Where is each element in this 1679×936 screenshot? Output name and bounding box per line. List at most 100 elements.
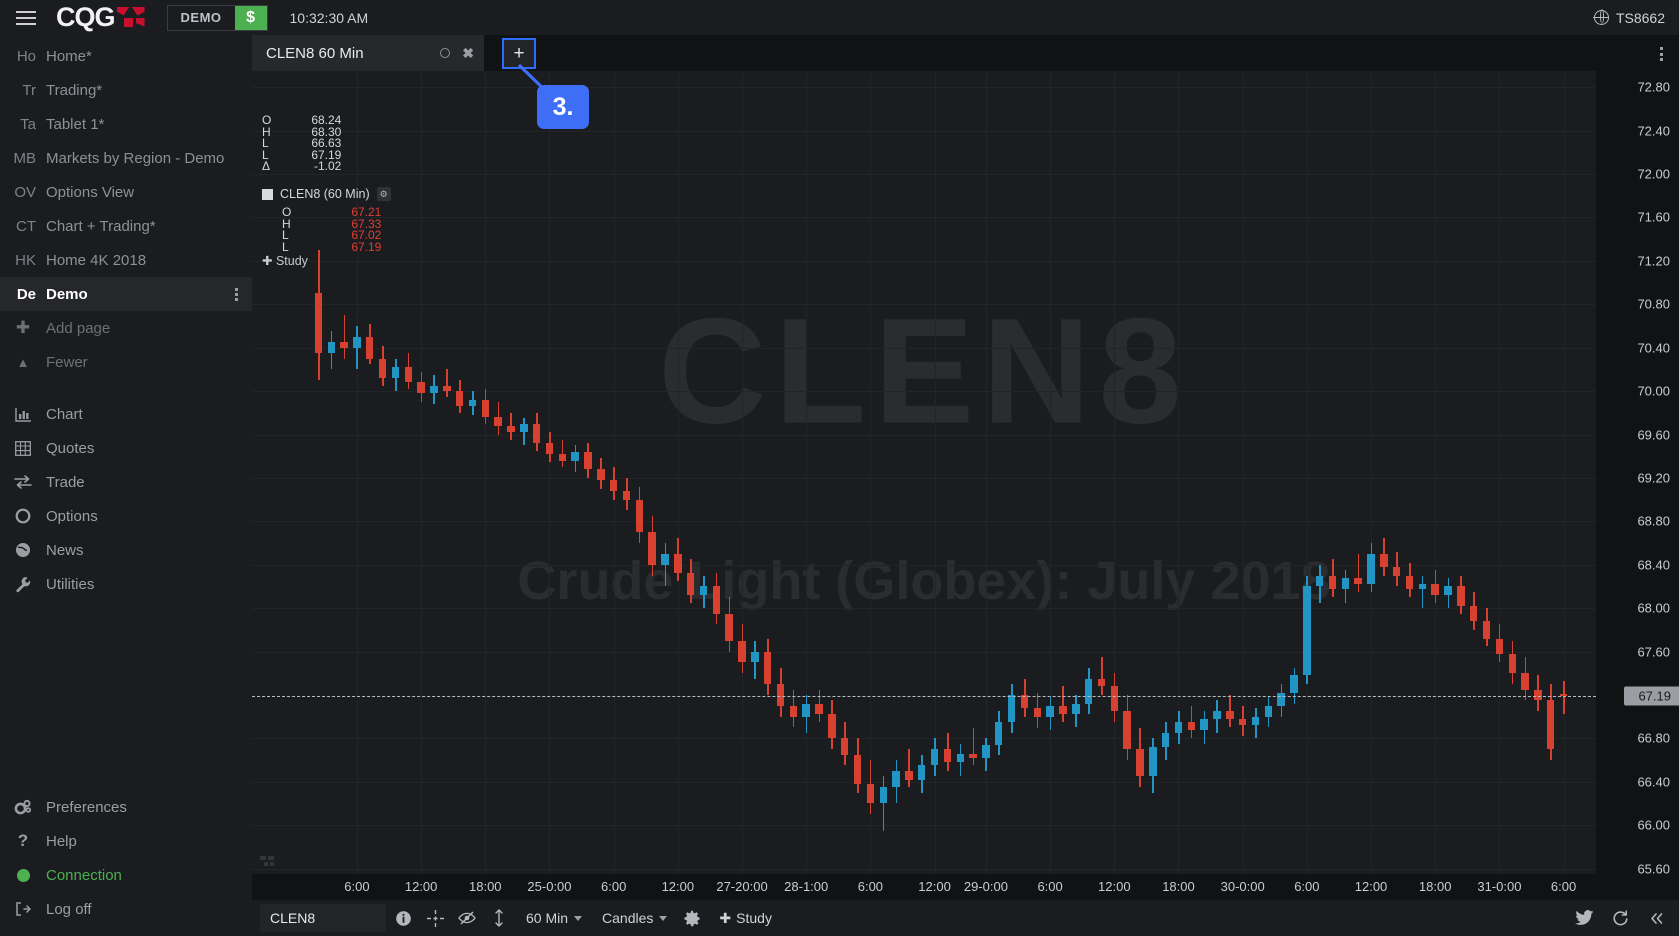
sidebar-item-tablet-1[interactable]: Ta Tablet 1* [0, 107, 252, 141]
close-icon[interactable]: ✖ [462, 46, 474, 60]
sidebar-help[interactable]: ? Help [0, 824, 252, 858]
time-axis-tick: 12:00 [1354, 879, 1388, 894]
symbol-input[interactable]: CLEN8 [260, 904, 386, 932]
candle-wick [1062, 686, 1065, 723]
sidebar-tool-news[interactable]: News [0, 533, 252, 567]
chart-plot-area[interactable]: CLEN8 Crude Light (Globex): July 2018 O … [252, 71, 1596, 874]
info-icon[interactable] [388, 904, 418, 932]
sidebar-tool-options[interactable]: Options [0, 499, 252, 533]
candle-body [1264, 705, 1273, 717]
chart-container: CLEN8 Crude Light (Globex): July 2018 O … [252, 71, 1679, 876]
tab-title: CLEN8 60 Min [266, 44, 364, 62]
ohlc-value: -1.02 [313, 159, 342, 173]
candle-body [1238, 718, 1247, 726]
sidebar-tool-quotes[interactable]: Quotes [0, 431, 252, 465]
sidebar: Ho Home* Tr Trading* Ta Tablet 1* MB Mar… [0, 35, 252, 936]
grid-line-vertical [1563, 71, 1565, 874]
sidebar-item-home[interactable]: Ho Home* [0, 39, 252, 73]
last-price-tag: 67.19 [1624, 686, 1679, 706]
candle-body [327, 342, 335, 354]
chart-type-dropdown[interactable]: Candles [594, 904, 675, 932]
sidebar-fewer-toggle[interactable]: ▲ Fewer [0, 345, 252, 379]
globe-icon [1593, 9, 1609, 25]
panel-options-icon[interactable] [1660, 47, 1663, 61]
price-axis-tick: 70.00 [1637, 383, 1670, 399]
candle-body [969, 753, 977, 758]
time-axis-tick: 6:00 [344, 879, 370, 894]
candle-body [532, 423, 541, 444]
help-icon: ? [17, 831, 29, 850]
gear-icon[interactable]: ⚙ [376, 187, 391, 201]
sidebar-item-markets-by-region[interactable]: MB Markets by Region - Demo [0, 141, 252, 175]
page-abbr: Tr [22, 81, 36, 99]
add-page-label: Add page [46, 319, 111, 337]
price-axis-tick: 72.00 [1637, 166, 1670, 182]
chart-toolbar-right [1565, 903, 1679, 933]
page-options-icon[interactable] [235, 287, 238, 301]
candle-body [468, 399, 477, 407]
eye-slash-icon[interactable] [452, 904, 482, 932]
sidebar-tool-utilities[interactable]: Utilities [0, 567, 252, 601]
demo-mode-badge[interactable]: DEMO $ [166, 4, 268, 31]
chart-settings-gear-icon[interactable] [677, 904, 707, 932]
candle-body [353, 336, 361, 348]
add-study-toolbar-button[interactable]: ✚ Study [711, 904, 780, 932]
grid-line-horizontal [252, 130, 1596, 132]
grid-line-vertical [1114, 71, 1116, 874]
interval-dropdown[interactable]: 60 Min [518, 904, 590, 932]
chart-tab-clen8[interactable]: CLEN8 60 Min ✖ [252, 35, 484, 71]
collapse-icon[interactable] [1639, 903, 1673, 933]
logoff-icon [0, 901, 46, 917]
logo-mark-icon [116, 6, 151, 29]
currency-icon: $ [234, 5, 267, 30]
candle-body [1046, 705, 1054, 717]
sidebar-connection[interactable]: Connection [0, 858, 252, 892]
candle-body [1315, 575, 1324, 587]
candle-body [1547, 700, 1555, 750]
grid-line-vertical [870, 71, 872, 874]
vertical-scale-icon[interactable] [484, 904, 514, 932]
cqg-logo: CQG [56, 4, 151, 31]
time-axis[interactable]: 6:00 12:00 18:00 25-0:00 6:00 12:00 27-20:00 28… [252, 874, 1679, 900]
candle-body [455, 391, 464, 407]
candle-body [635, 499, 644, 533]
price-axis[interactable]: 72.80 72.40 72.00 71.60 71.20 70.80 70.40 70.00… [1596, 71, 1679, 876]
chart-tab-bar: CLEN8 60 Min ✖ + [252, 35, 1679, 71]
candle-body [841, 738, 849, 755]
crosshair-icon[interactable] [420, 904, 450, 932]
chevron-down-icon [574, 915, 583, 921]
chart-toolbar: CLEN8 60 Min Candles ✚ Study [252, 900, 1679, 936]
reset-icon[interactable] [1603, 903, 1637, 933]
grid-line-horizontal [252, 608, 1596, 610]
twitter-icon[interactable] [1567, 903, 1601, 933]
sidebar-tool-chart[interactable]: Chart [0, 397, 252, 431]
candle-wick [356, 326, 359, 370]
sidebar-item-demo[interactable]: De Demo [0, 277, 252, 311]
candle-body [1405, 575, 1414, 589]
tab-status-icon[interactable] [440, 48, 451, 58]
hamburger-menu-icon[interactable] [0, 0, 52, 35]
preferences-label: Preferences [46, 798, 127, 816]
sidebar-preferences[interactable]: Preferences [0, 790, 252, 824]
sidebar-add-page[interactable]: ✚ Add page [0, 311, 252, 345]
candle-body [391, 367, 400, 379]
candle-body [995, 722, 1003, 745]
candle-wick [664, 543, 667, 587]
quotes-icon [0, 440, 46, 456]
page-label: Home 4K 2018 [46, 251, 147, 269]
help-label: Help [46, 832, 77, 850]
grid-line-horizontal [252, 521, 1596, 523]
sidebar-tool-trade[interactable]: Trade [0, 465, 252, 499]
sidebar-item-trading[interactable]: Tr Trading* [0, 73, 252, 107]
price-axis-tick: 70.40 [1637, 340, 1670, 356]
sidebar-log-off[interactable]: Log off [0, 892, 252, 926]
grid-line-vertical [1178, 71, 1180, 874]
legend-color-swatch[interactable] [262, 188, 273, 200]
price-axis-tick: 71.20 [1637, 253, 1670, 269]
sidebar-item-options-view[interactable]: OV Options View [0, 175, 252, 209]
add-study-chart-button[interactable]: ✚ Study [262, 253, 308, 268]
grid-line-vertical [421, 71, 423, 874]
sidebar-item-home-4k-2018[interactable]: HK Home 4K 2018 [0, 243, 252, 277]
candle-body [712, 586, 721, 614]
sidebar-item-chart-trading[interactable]: CT Chart + Trading* [0, 209, 252, 243]
